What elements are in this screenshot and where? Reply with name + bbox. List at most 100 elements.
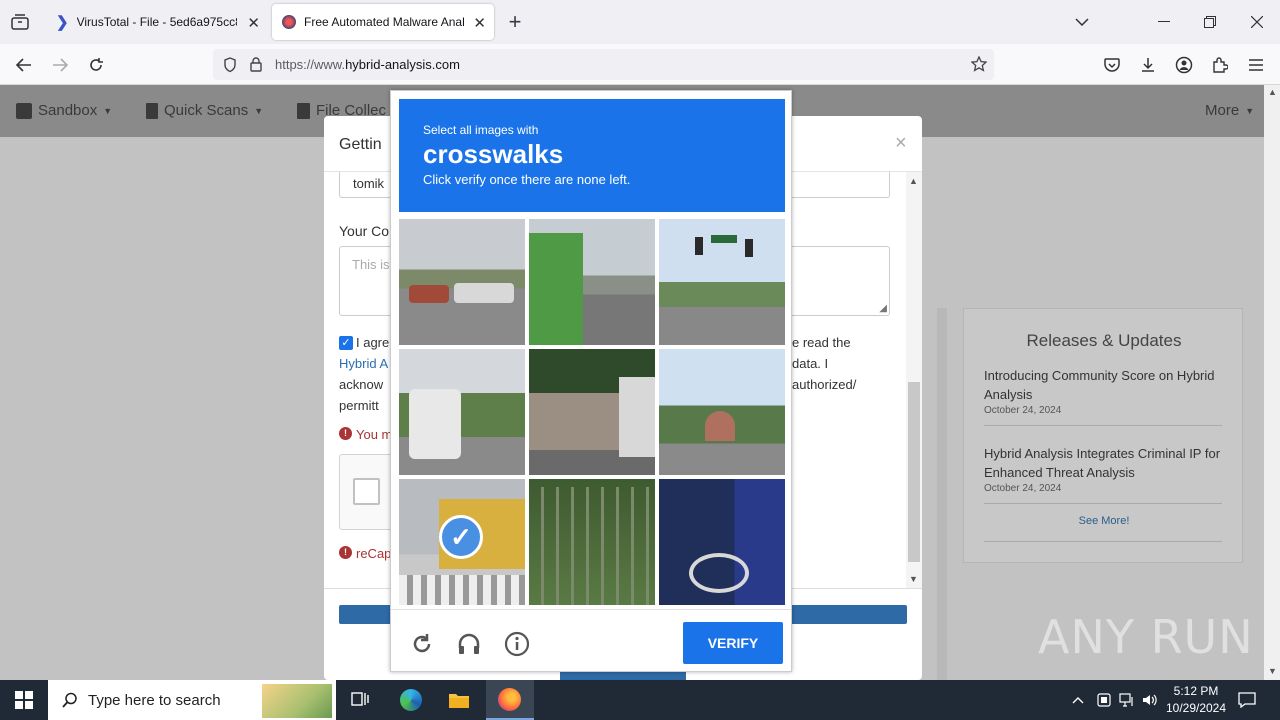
bookmark-star-icon[interactable] — [970, 55, 988, 73]
fence-tile[interactable] — [529, 479, 655, 605]
refresh-icon[interactable] — [409, 631, 435, 657]
minimize-icon[interactable] — [1152, 10, 1176, 34]
modal-close-icon[interactable]: × — [895, 132, 907, 155]
clock[interactable]: 5:12 PM 10/29/2024 — [1164, 683, 1228, 719]
crosswalk-truck-tile[interactable]: ✓ — [399, 479, 525, 605]
headphones-icon[interactable] — [456, 631, 482, 657]
reload-icon[interactable] — [84, 53, 108, 77]
anyrun-watermark: ANY RUN — [1038, 610, 1254, 664]
terms-link[interactable]: Hybrid A — [339, 356, 388, 371]
agree-text: I agre — [356, 335, 390, 350]
file-explorer-icon[interactable] — [446, 687, 472, 713]
see-more-link[interactable]: See More! — [964, 515, 1244, 527]
close-window-icon[interactable] — [1245, 10, 1269, 34]
tab-virustotal[interactable]: ❯ VirusTotal - File - 5ed6a975cc80 ✕ — [46, 4, 268, 40]
building-shape — [705, 411, 735, 441]
notifications-icon[interactable] — [1236, 689, 1258, 711]
comment-placeholder: This is — [352, 257, 390, 272]
crosswalk-stripes — [399, 575, 525, 605]
car-shape — [409, 285, 449, 303]
traffic-light-shape — [695, 237, 703, 255]
extensions-icon[interactable] — [1208, 53, 1232, 77]
tab-hybrid-analysis[interactable]: Free Automated Malware Analy ✕ — [272, 4, 494, 40]
release-item-date: October 24, 2024 — [984, 483, 1062, 494]
page-scrollbar[interactable]: ▲ ▼ — [1264, 85, 1280, 680]
pocket-icon[interactable] — [1100, 53, 1124, 77]
captcha-target-word: crosswalks — [423, 139, 564, 169]
device-icon[interactable] — [1094, 690, 1114, 710]
firefox-icon — [498, 688, 521, 711]
close-tab-icon[interactable]: ✕ — [473, 14, 486, 32]
forward-icon[interactable] — [48, 53, 72, 77]
fence-bars — [529, 487, 655, 605]
modal-scrollbar[interactable]: ▲ ▼ — [906, 172, 922, 588]
lock-icon[interactable] — [247, 57, 265, 72]
caret-down-icon: ▼ — [103, 105, 113, 116]
task-view-icon[interactable] — [348, 688, 372, 712]
restore-icon[interactable] — [1198, 10, 1222, 34]
agree-text-right: e read the — [792, 335, 851, 350]
downloads-icon[interactable] — [1136, 53, 1160, 77]
username-value: tomik — [353, 176, 385, 191]
taskbar-search[interactable]: Type here to search — [48, 680, 336, 720]
firefox-taskbar-item[interactable] — [486, 680, 534, 720]
address-bar[interactable]: https://www.hybrid-analysis.com — [213, 49, 994, 80]
file-icon — [146, 102, 158, 119]
release-item-title[interactable]: Hybrid Analysis Integrates Criminal IP f… — [984, 444, 1224, 482]
files-icon — [297, 102, 310, 119]
traffic-light-tile[interactable] — [659, 219, 785, 345]
close-tab-icon[interactable]: ✕ — [247, 14, 260, 32]
scroll-thumb[interactable] — [908, 382, 920, 562]
account-icon[interactable] — [1172, 53, 1196, 77]
modal-title: Gettin — [339, 136, 382, 153]
wall-bicycle-tile[interactable] — [529, 349, 655, 475]
main-panel-bg — [937, 308, 947, 680]
show-hidden-icons-chevron[interactable] — [1068, 690, 1088, 710]
bicycle-shop-tile[interactable] — [659, 479, 785, 605]
traffic-light-shape — [745, 239, 753, 257]
agree-checkbox[interactable]: ✓ — [339, 336, 353, 350]
new-tab-icon[interactable]: + — [503, 9, 527, 34]
tab-overview-icon[interactable] — [8, 11, 32, 33]
shield-icon[interactable] — [221, 56, 239, 73]
agree-text-right: data. I — [792, 356, 829, 371]
nav-quick-scans-label: Quick Scans — [164, 102, 249, 119]
recaptcha-checkbox[interactable] — [353, 478, 380, 505]
list-tabs-chevron-icon[interactable] — [1070, 10, 1094, 34]
network-icon[interactable] — [1117, 690, 1137, 710]
camper-van-tile[interactable] — [399, 349, 525, 475]
nav-quick-scans[interactable]: Quick Scans ▼ — [146, 102, 263, 119]
info-icon[interactable] — [504, 631, 530, 657]
nav-sandbox[interactable]: Sandbox ▼ — [16, 102, 112, 119]
nav-more[interactable]: More ▼ — [1205, 102, 1254, 119]
back-icon[interactable] — [12, 53, 36, 77]
camper-shape — [409, 389, 461, 459]
windows-start-icon[interactable] — [14, 690, 34, 710]
green-truck-tile[interactable] — [529, 219, 655, 345]
verify-button[interactable]: VERIFY — [683, 622, 783, 664]
release-item-title[interactable]: Introducing Community Score on Hybrid An… — [984, 366, 1224, 404]
error-icon: ! — [339, 427, 352, 440]
volume-icon[interactable] — [1140, 690, 1160, 710]
captcha-challenge: Select all images with crosswalks Click … — [390, 90, 792, 672]
menu-icon[interactable] — [1244, 53, 1268, 77]
recaptcha-error-text: reCap — [356, 546, 392, 561]
url-prefix: https://www. — [275, 57, 346, 72]
divider — [984, 425, 1222, 426]
scroll-up-icon[interactable]: ▲ — [1268, 87, 1277, 97]
resize-handle-icon[interactable]: ◢ — [879, 303, 887, 314]
scroll-down-icon[interactable]: ▼ — [909, 574, 918, 584]
search-icon — [60, 692, 80, 708]
error-text: You m — [356, 427, 393, 442]
cube-icon — [16, 102, 32, 119]
divider — [984, 503, 1222, 504]
tab-title: Free Automated Malware Analy — [304, 15, 464, 29]
agree-text: acknow — [339, 377, 384, 392]
caret-down-icon: ▼ — [254, 105, 264, 116]
street-signal-tile[interactable] — [659, 349, 785, 475]
edge-icon[interactable] — [398, 687, 424, 713]
scroll-down-icon[interactable]: ▼ — [1268, 666, 1277, 676]
scroll-up-icon[interactable]: ▲ — [909, 176, 918, 186]
parked-cars-tile[interactable] — [399, 219, 525, 345]
releases-heading: Releases & Updates — [1026, 331, 1182, 350]
